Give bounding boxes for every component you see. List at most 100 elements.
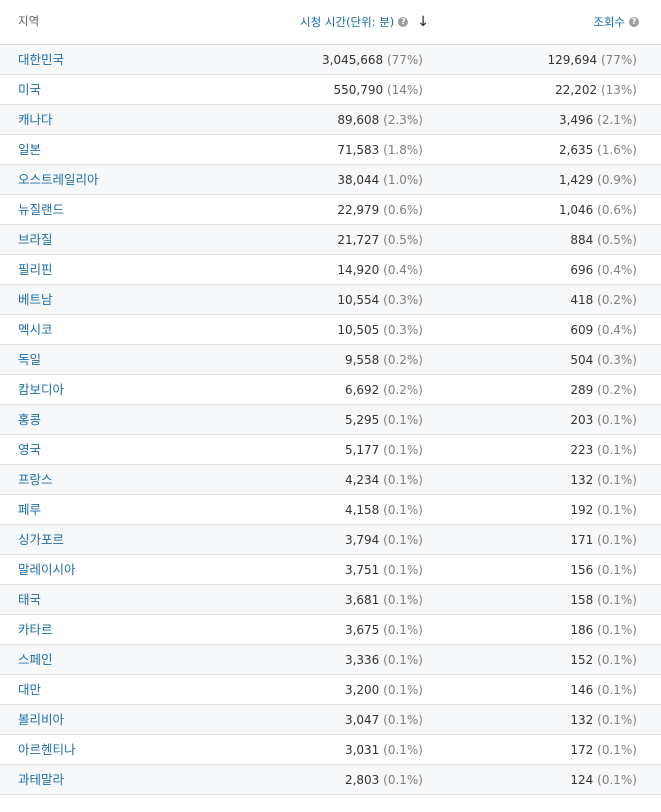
- watch-time-percent: (0.1%): [383, 743, 423, 757]
- views-cell: 132 (0.1%): [570, 465, 637, 495]
- views-value: 172: [570, 743, 594, 757]
- watch-time-percent: (0.1%): [383, 683, 423, 697]
- views-value: 223: [570, 443, 594, 457]
- watch-time-percent: (0.5%): [383, 233, 423, 247]
- watch-time-cell: 3,681 (0.1%): [345, 585, 423, 615]
- views-cell: 156 (0.1%): [570, 555, 637, 585]
- views-percent: (0.4%): [597, 323, 637, 337]
- region-link[interactable]: 오스트레일리아: [18, 165, 99, 195]
- region-link[interactable]: 멕시코: [18, 315, 53, 345]
- region-link[interactable]: 태국: [18, 585, 41, 615]
- watch-time-percent: (14%): [386, 83, 423, 97]
- views-percent: (0.1%): [597, 773, 637, 787]
- watch-time-percent: (77%): [386, 53, 423, 67]
- watch-time-cell: 3,675 (0.1%): [345, 615, 423, 645]
- region-link[interactable]: 아르헨티나: [18, 735, 76, 765]
- watch-time-value: 21,727: [337, 233, 380, 247]
- views-cell: 172 (0.1%): [570, 735, 637, 765]
- region-link[interactable]: 과테말라: [18, 765, 64, 795]
- views-value: 129,694: [547, 53, 598, 67]
- watch-time-value: 9,558: [344, 353, 380, 367]
- region-link[interactable]: 대만: [18, 675, 41, 705]
- views-percent: (13%): [600, 83, 637, 97]
- watch-time-label[interactable]: 시청 시간(단위: 분): [300, 14, 394, 30]
- region-link[interactable]: 일본: [18, 135, 41, 165]
- views-value: 884: [570, 233, 594, 247]
- views-percent: (0.3%): [597, 353, 637, 367]
- watch-time-value: 3,200: [344, 683, 380, 697]
- watch-time-percent: (1.8%): [383, 143, 423, 157]
- region-link[interactable]: 홍콩: [18, 405, 41, 435]
- watch-time-value: 3,794: [344, 533, 380, 547]
- region-link[interactable]: 스페인: [18, 645, 53, 675]
- watch-time-percent: (0.1%): [383, 593, 423, 607]
- views-cell: 289 (0.2%): [570, 375, 637, 405]
- region-link[interactable]: 볼리비아: [18, 705, 64, 735]
- watch-time-cell: 2,803 (0.1%): [345, 765, 423, 795]
- views-value: 156: [570, 563, 594, 577]
- region-link[interactable]: 영국: [18, 435, 41, 465]
- views-percent: (1.6%): [597, 143, 637, 157]
- region-link[interactable]: 대한민국: [18, 45, 64, 75]
- views-percent: (0.6%): [597, 203, 637, 217]
- region-link[interactable]: 필리핀: [18, 255, 53, 285]
- views-percent: (0.1%): [597, 623, 637, 637]
- region-link[interactable]: 캐나다: [18, 105, 53, 135]
- watch-time-value: 3,336: [344, 653, 380, 667]
- views-percent: (0.1%): [597, 473, 637, 487]
- views-value: 192: [570, 503, 594, 517]
- views-value: 3,496: [558, 113, 594, 127]
- watch-time-value: 550,790: [333, 83, 384, 97]
- region-link[interactable]: 뉴질랜드: [18, 195, 64, 225]
- watch-time-percent: (0.1%): [383, 713, 423, 727]
- watch-time-value: 22,979: [337, 203, 380, 217]
- views-percent: (0.5%): [597, 233, 637, 247]
- watch-time-value: 2,803: [344, 773, 380, 787]
- views-value: 146: [570, 683, 594, 697]
- views-cell: 129,694 (77%): [548, 45, 638, 75]
- watch-time-value: 3,047: [344, 713, 380, 727]
- region-link[interactable]: 프랑스: [18, 465, 53, 495]
- watch-time-value: 5,295: [344, 413, 380, 427]
- column-header-views[interactable]: 조회수 ?: [593, 0, 639, 44]
- watch-time-cell: 6,692 (0.2%): [345, 375, 423, 405]
- watch-time-cell: 3,794 (0.1%): [345, 525, 423, 555]
- views-value: 132: [570, 713, 594, 727]
- table-row: 뉴질랜드 22,979 (0.6%) 1,046 (0.6%): [0, 195, 661, 225]
- region-link[interactable]: 페루: [18, 495, 41, 525]
- table-row: 오스트레일리아 38,044 (1.0%) 1,429 (0.9%): [0, 165, 661, 195]
- watch-time-cell: 22,979 (0.6%): [337, 195, 423, 225]
- help-icon[interactable]: ?: [398, 17, 409, 27]
- table-header: 지역 시청 시간(단위: 분) ? ↓ 조회수 ?: [0, 0, 661, 45]
- views-label[interactable]: 조회수: [593, 14, 625, 30]
- watch-time-cell: 3,031 (0.1%): [345, 735, 423, 765]
- table-row: 홍콩 5,295 (0.1%) 203 (0.1%): [0, 405, 661, 435]
- views-value: 609: [570, 323, 594, 337]
- table-row: 볼리비아 3,047 (0.1%) 132 (0.1%): [0, 705, 661, 735]
- sort-descending-icon[interactable]: ↓: [417, 15, 429, 29]
- region-link[interactable]: 미국: [18, 75, 41, 105]
- views-value: 504: [570, 353, 594, 367]
- watch-time-percent: (0.1%): [383, 773, 423, 787]
- watch-time-value: 10,505: [337, 323, 380, 337]
- table-row: 태국 3,681 (0.1%) 158 (0.1%): [0, 585, 661, 615]
- table-row: 페루 4,158 (0.1%) 192 (0.1%): [0, 495, 661, 525]
- views-value: 152: [570, 653, 594, 667]
- region-link[interactable]: 독일: [18, 345, 41, 375]
- views-percent: (0.2%): [597, 383, 637, 397]
- watch-time-percent: (0.1%): [383, 473, 423, 487]
- region-link[interactable]: 카타르: [18, 615, 53, 645]
- views-cell: 418 (0.2%): [570, 285, 637, 315]
- region-link[interactable]: 베트남: [18, 285, 53, 315]
- views-percent: (0.4%): [597, 263, 637, 277]
- views-cell: 152 (0.1%): [570, 645, 637, 675]
- region-link[interactable]: 브라질: [18, 225, 53, 255]
- views-percent: (77%): [600, 53, 637, 67]
- views-cell: 696 (0.4%): [570, 255, 637, 285]
- column-header-watch-time[interactable]: 시청 시간(단위: 분) ? ↓: [300, 0, 429, 44]
- region-link[interactable]: 싱가포르: [18, 525, 64, 555]
- views-value: 696: [570, 263, 594, 277]
- region-link[interactable]: 캄보디아: [18, 375, 64, 405]
- region-link[interactable]: 말레이시아: [18, 555, 76, 585]
- help-icon[interactable]: ?: [629, 17, 639, 27]
